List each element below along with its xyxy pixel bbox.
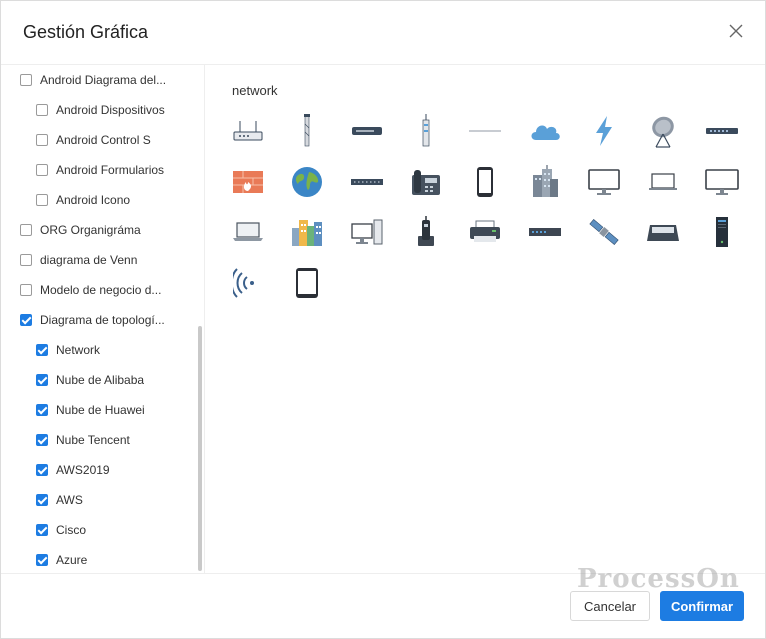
- checkbox-unchecked[interactable]: [20, 254, 32, 266]
- tree-item[interactable]: Modelo de negocio d...: [20, 275, 161, 305]
- firewall-icon[interactable]: [225, 162, 271, 202]
- checkbox-checked[interactable]: [36, 464, 48, 476]
- tree-item[interactable]: Network: [36, 335, 100, 365]
- tree-item-label: diagrama de Venn: [40, 253, 138, 267]
- tree-item[interactable]: Diagrama de topologí...: [20, 305, 165, 335]
- workstation-icon[interactable]: [344, 212, 390, 252]
- tree-item-label: Android Control S: [56, 133, 151, 147]
- tree-item-label: AWS2019: [56, 463, 110, 477]
- checkbox-unchecked[interactable]: [20, 74, 32, 86]
- tree-item[interactable]: AWS2019: [36, 455, 110, 485]
- cordless-phone-icon[interactable]: [403, 212, 449, 252]
- tree-item[interactable]: Nube de Huawei: [36, 395, 145, 425]
- tree-item-label: Azure: [56, 553, 88, 567]
- tree-item-label: AWS: [56, 493, 83, 507]
- satellite-icon[interactable]: [581, 212, 627, 252]
- tower-icon[interactable]: [403, 111, 449, 151]
- printer-icon[interactable]: [462, 212, 508, 252]
- tree-item-label: Nube de Huawei: [56, 403, 145, 417]
- tree-item[interactable]: Nube de Alibaba: [36, 365, 144, 395]
- office-building-icon[interactable]: [522, 162, 568, 202]
- laptop-icon[interactable]: [640, 162, 686, 202]
- imac-icon[interactable]: [699, 162, 745, 202]
- city-buildings-icon[interactable]: [284, 212, 330, 252]
- tree-item-label: Nube de Alibaba: [56, 373, 145, 387]
- checkbox-unchecked[interactable]: [20, 284, 32, 296]
- cable-icon[interactable]: [462, 111, 508, 151]
- tree-item[interactable]: AWS: [36, 485, 83, 515]
- rack-switch-icon[interactable]: [522, 212, 568, 252]
- tree-item-label: Cisco: [56, 523, 87, 537]
- antenna-icon[interactable]: [284, 111, 330, 151]
- fax-icon[interactable]: [403, 162, 449, 202]
- tree-item-label: Android Formularios: [56, 163, 165, 177]
- checkbox-unchecked[interactable]: [36, 194, 48, 206]
- close-icon[interactable]: [727, 23, 745, 41]
- tree-item-label: Android Dispositivos: [56, 103, 165, 117]
- lightning-icon[interactable]: [581, 111, 627, 151]
- category-tree: Android Diagrama del... Android Dispositi…: [1, 65, 205, 573]
- checkbox-checked[interactable]: [36, 554, 48, 566]
- tree-item-label: Network: [56, 343, 101, 357]
- tree-item[interactable]: diagrama de Venn: [20, 245, 137, 275]
- sidebar-scrollbar[interactable]: [198, 326, 202, 571]
- satellite-dish-icon[interactable]: [640, 111, 686, 151]
- processon-watermark: ProcessOn: [577, 564, 740, 594]
- tree-item-label: Diagrama de topologí...: [40, 313, 165, 327]
- section-title: network: [232, 83, 278, 98]
- checkbox-unchecked[interactable]: [36, 104, 48, 116]
- tree-item-label: ORG Organigráma: [40, 223, 141, 237]
- tree-item[interactable]: Azure: [36, 545, 87, 573]
- dialog-header: Gestión Gráfica: [1, 1, 765, 65]
- shape-gallery: network: [205, 65, 765, 573]
- checkbox-checked[interactable]: [36, 524, 48, 536]
- checkbox-unchecked[interactable]: [36, 164, 48, 176]
- gestion-grafica-dialog: Gestión Gráfica Android Diagrama del... A…: [0, 0, 766, 639]
- patch-panel-icon[interactable]: [344, 162, 390, 202]
- router-icon[interactable]: [225, 111, 271, 151]
- tree-item[interactable]: Android Icono: [36, 185, 130, 215]
- checkbox-checked[interactable]: [20, 314, 32, 326]
- tree-item[interactable]: Android Control S: [36, 125, 151, 155]
- tree-item[interactable]: Android Formularios: [36, 155, 164, 185]
- checkbox-checked[interactable]: [36, 404, 48, 416]
- tree-item-label: Android Diagrama del...: [40, 73, 167, 87]
- checkbox-checked[interactable]: [36, 374, 48, 386]
- tree-item[interactable]: ORG Organigráma: [20, 215, 141, 245]
- tree-item[interactable]: Nube Tencent: [36, 425, 130, 455]
- cloud-icon[interactable]: [522, 111, 568, 151]
- tree-item-label: Modelo de negocio d...: [40, 283, 162, 297]
- tree-item-label: Android Icono: [56, 193, 131, 207]
- dialog-title: Gestión Gráfica: [23, 22, 149, 42]
- hub-icon[interactable]: [699, 111, 745, 151]
- wireless-signal-icon[interactable]: [225, 263, 271, 303]
- tablet-icon[interactable]: [284, 263, 330, 303]
- switch-icon[interactable]: [344, 111, 390, 151]
- globe-icon[interactable]: [284, 162, 330, 202]
- confirm-button[interactable]: Confirmar: [660, 591, 744, 621]
- cancel-button[interactable]: Cancelar: [570, 591, 650, 621]
- checkbox-unchecked[interactable]: [36, 134, 48, 146]
- checkbox-checked[interactable]: [36, 434, 48, 446]
- checkbox-checked[interactable]: [36, 344, 48, 356]
- checkbox-checked[interactable]: [36, 494, 48, 506]
- tree-item[interactable]: Cisco: [36, 515, 86, 545]
- tree-item[interactable]: Android Dispositivos: [36, 95, 165, 125]
- laptop-open-icon[interactable]: [225, 212, 271, 252]
- scanner-icon[interactable]: [640, 212, 686, 252]
- tree-item[interactable]: Android Diagrama del...: [20, 65, 166, 95]
- checkbox-unchecked[interactable]: [20, 224, 32, 236]
- tree-item-label: Nube Tencent: [56, 433, 130, 447]
- server-tower-icon[interactable]: [699, 212, 745, 252]
- smartphone-icon[interactable]: [462, 162, 508, 202]
- monitor-icon[interactable]: [581, 162, 627, 202]
